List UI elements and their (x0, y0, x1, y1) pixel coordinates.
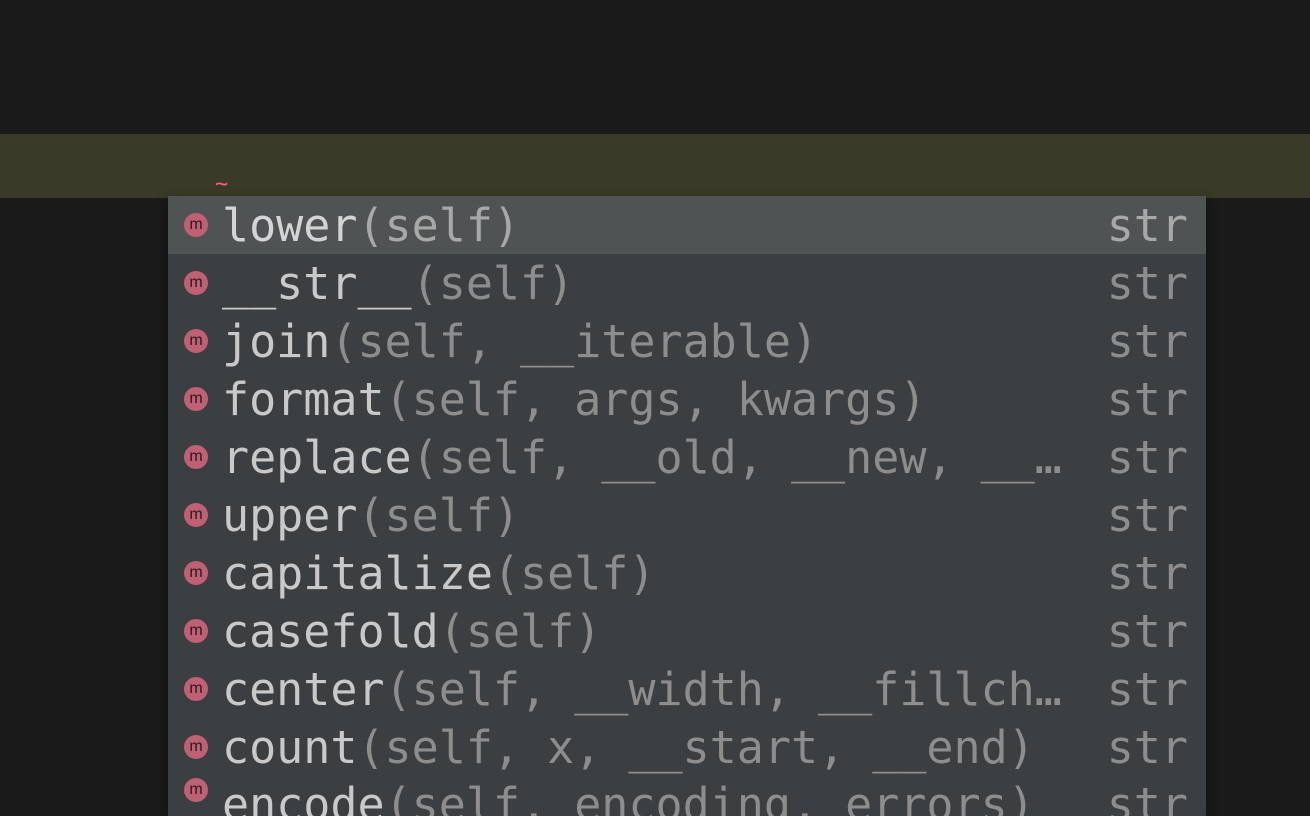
autocomplete-item[interactable]: mcount(self, x, __start, __end)str (168, 718, 1206, 776)
autocomplete-item-name: __str__ (222, 257, 412, 310)
autocomplete-item[interactable]: mjoin(self, __iterable)str (168, 312, 1206, 370)
method-icon: m (184, 445, 208, 469)
autocomplete-item-label: center(self, __width, __fillcha… (222, 663, 1083, 716)
autocomplete-item-return-type: str (1107, 547, 1188, 600)
autocomplete-item-name: capitalize (222, 547, 493, 600)
autocomplete-item-return-type: str (1107, 199, 1188, 252)
autocomplete-item-label: casefold(self) (222, 605, 1083, 658)
autocomplete-item-return-type: str (1107, 431, 1188, 484)
autocomplete-item-params: (self) (439, 605, 602, 658)
autocomplete-item-name: upper (222, 489, 357, 542)
method-icon: m (184, 213, 208, 237)
autocomplete-item-name: count (222, 721, 357, 774)
autocomplete-item-return-type: str (1107, 373, 1188, 426)
autocomplete-item-name: encode (222, 778, 385, 816)
method-icon: m (184, 778, 208, 802)
code-editor[interactable]: text: str = something() text. ~ (0, 0, 1310, 198)
method-icon: m (184, 329, 208, 353)
autocomplete-item-params: (self) (493, 547, 656, 600)
autocomplete-item-label: count(self, x, __start, __end) (222, 721, 1083, 774)
autocomplete-item-name: join (222, 315, 330, 368)
autocomplete-item-return-type: str (1107, 605, 1188, 658)
autocomplete-item-name: lower (222, 199, 357, 252)
autocomplete-item-label: replace(self, __old, __new, __c… (222, 431, 1083, 484)
autocomplete-item[interactable]: m capitalize(self) str (168, 544, 1206, 602)
autocomplete-item-return-type: str (1107, 778, 1188, 816)
autocomplete-item-name: replace (222, 431, 412, 484)
autocomplete-item[interactable]: mlower(self)str (168, 196, 1206, 254)
autocomplete-item-label: lower(self) (222, 199, 1083, 252)
autocomplete-popup[interactable]: mlower(self)strm__str__(self)strmjoin(se… (168, 196, 1206, 816)
autocomplete-item[interactable]: mformat(self, args, kwargs)str (168, 370, 1206, 428)
error-squiggle-icon: ~ (215, 174, 228, 196)
method-icon: m (184, 561, 208, 585)
autocomplete-item-params: (self, __old, __new, __c… (412, 431, 1083, 484)
autocomplete-item-label: capitalize(self) (222, 547, 1083, 600)
autocomplete-item[interactable]: m __str__(self) str (168, 254, 1206, 312)
autocomplete-item-label: join(self, __iterable) (222, 315, 1083, 368)
method-icon: m (184, 735, 208, 759)
autocomplete-item-name: center (222, 663, 385, 716)
code-line-1[interactable]: text: str = something() (0, 70, 1310, 134)
autocomplete-item-params: (self) (357, 489, 520, 542)
autocomplete-item-params: (self, encoding, errors) (385, 778, 1035, 816)
autocomplete-item[interactable]: mcenter(self, __width, __fillcha…str (168, 660, 1206, 718)
autocomplete-item-label: format(self, args, kwargs) (222, 373, 1083, 426)
autocomplete-item[interactable]: mencode(self, encoding, errors)str (168, 776, 1206, 816)
method-icon: m (184, 271, 208, 295)
autocomplete-item-params: (self, x, __start, __end) (357, 721, 1034, 774)
autocomplete-item-return-type: str (1107, 315, 1188, 368)
method-icon: m (184, 387, 208, 411)
method-icon: m (184, 677, 208, 701)
method-icon: m (184, 619, 208, 643)
autocomplete-item-return-type: str (1107, 257, 1188, 310)
autocomplete-item-params: (self, __width, __fillcha… (385, 663, 1083, 716)
autocomplete-item-return-type: str (1107, 721, 1188, 774)
autocomplete-item-return-type: str (1107, 663, 1188, 716)
autocomplete-item[interactable]: m casefold(self) str (168, 602, 1206, 660)
method-icon: m (184, 503, 208, 527)
autocomplete-item-params: (self) (412, 257, 575, 310)
autocomplete-item-params: (self, __iterable) (330, 315, 818, 368)
autocomplete-item-params: (self, args, kwargs) (385, 373, 927, 426)
autocomplete-item-label: encode(self, encoding, errors) (222, 778, 1083, 816)
autocomplete-item-return-type: str (1107, 489, 1188, 542)
autocomplete-item-label: __str__(self) (222, 257, 1083, 310)
autocomplete-item-label: upper(self) (222, 489, 1083, 542)
code-line-2[interactable]: text. ~ (0, 134, 1310, 198)
autocomplete-item[interactable]: m replace(self, __old, __new, __c… str (168, 428, 1206, 486)
autocomplete-item-params: (self) (357, 199, 520, 252)
autocomplete-item-name: casefold (222, 605, 439, 658)
autocomplete-item[interactable]: mupper(self)str (168, 486, 1206, 544)
autocomplete-item-name: format (222, 373, 385, 426)
